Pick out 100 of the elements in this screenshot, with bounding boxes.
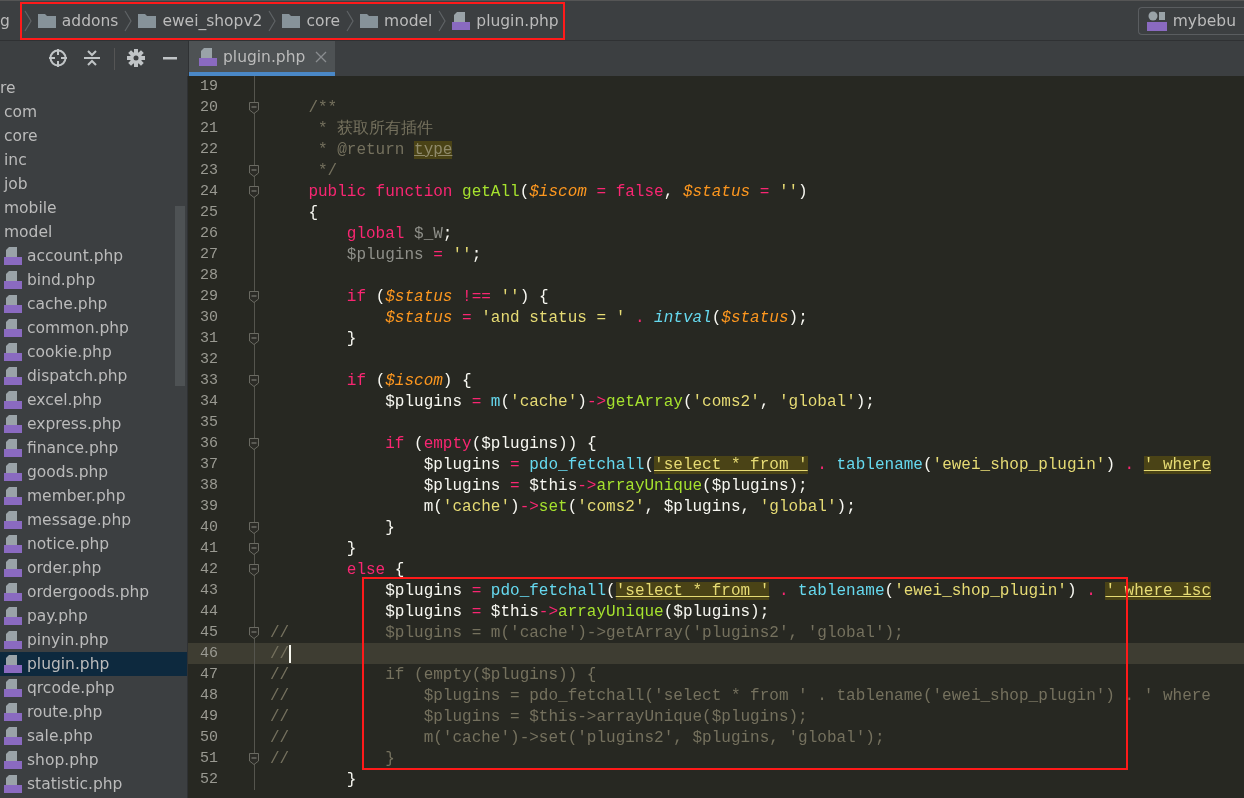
code-line: public function getAll($iscom = false, $status = '') — [307, 182, 808, 201]
line-number: 43 — [199, 582, 219, 599]
tree-item[interactable]: qrcode.php — [0, 676, 187, 700]
line-number: 28 — [199, 267, 219, 284]
code-line: $plugins = $this->arrayUnique($plugins); — [422, 476, 808, 495]
code-line: $plugins = pdo_fetchall('select * from ' . tablename('ewei_shop_plugin') . ' where — [422, 455, 1211, 474]
fold-icon[interactable] — [249, 542, 259, 555]
tree-item[interactable]: finance.php — [0, 436, 187, 460]
line-number: 51 — [199, 750, 219, 767]
folder-icon — [37, 13, 56, 28]
breadcrumb-item[interactable]: core — [306, 11, 341, 30]
tree-item[interactable]: goods.php — [0, 460, 187, 484]
tree-item[interactable]: common.php — [0, 316, 187, 340]
fold-icon[interactable] — [249, 752, 259, 765]
code-line: // $plugins = $this->arrayUnique($plugins); — [270, 707, 808, 726]
settings-icon[interactable] — [126, 48, 146, 68]
code-line: } — [384, 518, 395, 537]
close-icon[interactable] — [315, 50, 328, 63]
line-number: 45 — [199, 624, 219, 641]
editor-tab[interactable]: plugin.php — [189, 41, 336, 76]
php-file-icon — [4, 703, 22, 721]
tree-item[interactable]: account.php — [0, 244, 187, 268]
php-file-icon — [4, 583, 22, 601]
php-file-icon — [4, 631, 22, 649]
code-line: else { — [345, 560, 405, 579]
tree-item[interactable]: dispatch.php — [0, 364, 187, 388]
fold-icon[interactable] — [249, 437, 259, 450]
breadcrumb-item[interactable]: plugin.php — [476, 11, 559, 30]
line-number: 21 — [199, 120, 219, 137]
breadcrumb-item[interactable]: addons — [61, 11, 119, 30]
tree-item[interactable]: model — [0, 220, 187, 244]
folder-icon — [360, 13, 379, 28]
code-line: } — [345, 539, 357, 558]
tree-item[interactable]: statistic.php — [0, 772, 187, 796]
tree-item[interactable]: inc — [0, 148, 187, 172]
code-line: // } — [270, 749, 395, 768]
tree-item[interactable]: cookie.php — [0, 340, 187, 364]
php-file-icon — [4, 271, 22, 289]
line-number: 46 — [199, 645, 219, 662]
line-number: 32 — [199, 351, 219, 368]
tree-item[interactable]: route.php — [0, 700, 187, 724]
line-number: 24 — [199, 183, 219, 200]
tree-item[interactable]: mobile — [0, 196, 187, 220]
tree-item[interactable]: express.php — [0, 412, 187, 436]
line-number: 48 — [199, 687, 219, 704]
collapse-icon[interactable] — [82, 48, 102, 68]
line-number: 22 — [199, 141, 219, 158]
line-number: 41 — [199, 540, 219, 557]
tree-item[interactable]: order.php — [0, 556, 187, 580]
tree-item[interactable]: bind.php — [0, 268, 187, 292]
fold-icon[interactable] — [249, 332, 259, 345]
tree-item[interactable]: member.php — [0, 484, 187, 508]
tree-item[interactable]: re — [0, 76, 187, 100]
tree-item[interactable]: pinyin.php — [0, 628, 187, 652]
fold-icon[interactable] — [249, 521, 259, 534]
tree-item[interactable]: job — [0, 172, 187, 196]
fold-icon[interactable] — [249, 563, 259, 576]
line-number: 47 — [199, 666, 219, 683]
chevron-icon — [438, 9, 447, 32]
locate-icon[interactable] — [48, 48, 68, 68]
tree-item[interactable]: message.php — [0, 508, 187, 532]
php-file-icon — [4, 655, 22, 673]
tree-item[interactable]: core — [0, 124, 187, 148]
run-configuration-button[interactable]: mybebu — [1137, 6, 1244, 35]
breadcrumb-item[interactable]: ewei_shopv2 — [162, 11, 263, 30]
chevron-icon — [23, 9, 32, 32]
tree-item[interactable]: pay.php — [0, 604, 187, 628]
line-number: 34 — [199, 393, 219, 410]
fold-icon[interactable] — [249, 101, 259, 114]
tree-item[interactable]: cache.php — [0, 292, 187, 316]
line-number: 25 — [199, 204, 219, 221]
php-file-icon — [4, 415, 22, 433]
fold-icon[interactable] — [249, 164, 259, 177]
php-file-icon — [4, 775, 22, 793]
breadcrumb-item[interactable]: model — [384, 11, 433, 30]
line-number: 36 — [199, 435, 219, 452]
chevron-icon — [346, 9, 355, 32]
line-number: 35 — [199, 414, 219, 431]
tree-item[interactable]: notice.php — [0, 532, 187, 556]
code-line: /** — [307, 98, 338, 117]
tree-item[interactable]: sale.php — [0, 724, 187, 748]
code-line: } — [345, 770, 357, 789]
code-line: if ($iscom) { — [345, 371, 472, 390]
code-line: * 获取所有插件 — [317, 118, 434, 139]
tree-item[interactable]: shop.php — [0, 748, 187, 772]
php-file-icon — [4, 463, 22, 481]
tree-item[interactable]: plugin.php — [0, 652, 187, 676]
tree-item[interactable]: com — [0, 100, 187, 124]
fold-icon[interactable] — [249, 374, 259, 387]
tree-item[interactable]: ordergoods.php — [0, 580, 187, 604]
php-file-icon — [4, 727, 22, 745]
line-number: 42 — [199, 561, 219, 578]
fold-icon[interactable] — [249, 185, 259, 198]
line-number: 30 — [199, 309, 219, 326]
php-file-icon — [4, 367, 22, 385]
fold-icon[interactable] — [249, 626, 259, 639]
fold-icon[interactable] — [249, 290, 259, 303]
tree-item[interactable]: excel.php — [0, 388, 187, 412]
breadcrumb-item[interactable]: g — [0, 11, 10, 30]
line-number: 37 — [199, 456, 219, 473]
